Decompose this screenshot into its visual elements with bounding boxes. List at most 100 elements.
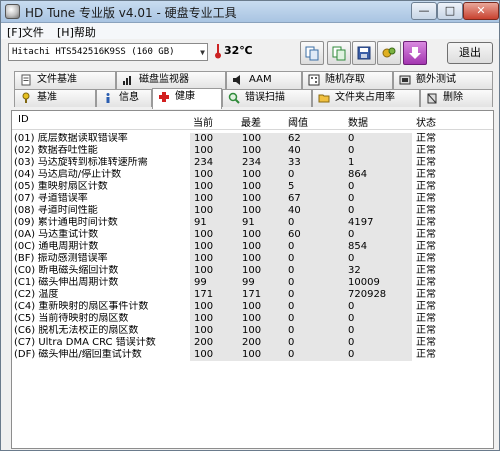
- attribute-name: (C5) 当前待映射的扇区数: [14, 313, 187, 325]
- header-worst[interactable]: 最差: [241, 114, 261, 129]
- file-benchmark-icon: [21, 74, 31, 86]
- attribute-name: (C1) 磁头伸出周期计数: [14, 277, 187, 289]
- attribute-threshold: 0: [286, 313, 344, 325]
- attribute-threshold: 67: [286, 193, 344, 205]
- tab-random-access[interactable]: 随机存取: [302, 71, 393, 89]
- table-row[interactable]: (0A) 马达重试计数 100 100 60 0 正常: [12, 229, 493, 241]
- attribute-threshold: 5: [286, 181, 344, 193]
- table-row[interactable]: (BF) 振动感测错误率 100 100 0 0 正常: [12, 253, 493, 265]
- tab-erase[interactable]: 删除: [420, 89, 493, 107]
- attribute-current: 200: [190, 337, 240, 349]
- attribute-name: (0C) 通电周期计数: [14, 241, 187, 253]
- table-row[interactable]: (02) 数据吞吐性能 100 100 40 0 正常: [12, 145, 493, 157]
- drive-select[interactable]: Hitachi HTS542516K9SS (160 GB) ▼: [8, 43, 208, 61]
- header-threshold[interactable]: 阈值: [288, 114, 308, 129]
- attribute-worst: 100: [240, 253, 286, 265]
- attribute-worst: 171: [240, 289, 286, 301]
- attribute-name: (08) 寻道时间性能: [14, 205, 187, 217]
- attribute-current: 100: [190, 313, 240, 325]
- attribute-name: (05) 重映射扇区计数: [14, 181, 187, 193]
- random-access-icon: [308, 74, 320, 86]
- attribute-status: 正常: [416, 133, 436, 144]
- attribute-threshold: 0: [286, 169, 344, 181]
- table-row[interactable]: (09) 累计通电时间计数 91 91 0 4197 正常: [12, 217, 493, 229]
- attribute-current: 171: [190, 289, 240, 301]
- table-row[interactable]: (C7) Ultra DMA CRC 错误计数 200 200 0 0 正常: [12, 337, 493, 349]
- tab-aam[interactable]: AAM: [226, 71, 302, 89]
- attribute-threshold: 0: [286, 265, 344, 277]
- attribute-data: 0: [344, 337, 412, 349]
- table-row[interactable]: (05) 重映射扇区计数 100 100 5 0 正常: [12, 181, 493, 193]
- tab-label: 删除: [443, 92, 463, 103]
- menu-help[interactable]: [H]帮助: [57, 24, 96, 40]
- attribute-worst: 100: [240, 229, 286, 241]
- header-status[interactable]: 状态: [416, 114, 436, 129]
- attribute-status: 正常: [416, 241, 436, 252]
- copy-info-button[interactable]: [327, 41, 351, 65]
- disk-monitor-icon: [123, 76, 131, 85]
- attribute-data: 4197: [344, 217, 412, 229]
- attribute-status: 正常: [416, 145, 436, 156]
- tab-error-scan[interactable]: 错误扫描: [222, 89, 312, 107]
- attribute-current: 100: [190, 193, 240, 205]
- attribute-data: 0: [344, 181, 412, 193]
- tab-health[interactable]: 健康: [152, 88, 222, 109]
- header-data[interactable]: 数据: [348, 114, 368, 129]
- tab-disk-monitor[interactable]: 磁盘监视器: [116, 71, 226, 89]
- minimize-button[interactable]: —: [411, 2, 437, 20]
- save-button[interactable]: [352, 41, 376, 65]
- table-row[interactable]: (C6) 脱机无法校正的扇区数 100 100 0 0 正常: [12, 325, 493, 337]
- attribute-status: 正常: [416, 265, 436, 276]
- maximize-button[interactable]: □: [437, 2, 463, 20]
- header-id[interactable]: ID: [18, 114, 29, 125]
- table-row[interactable]: (08) 寻道时间性能 100 100 40 0 正常: [12, 205, 493, 217]
- tab-label: 错误扫描: [245, 92, 285, 103]
- options-button[interactable]: [377, 41, 401, 65]
- attribute-status: 正常: [416, 181, 436, 192]
- table-row[interactable]: (C5) 当前待映射的扇区数 100 100 0 0 正常: [12, 313, 493, 325]
- attribute-worst: 100: [240, 169, 286, 181]
- table-row[interactable]: (C4) 重新映射的扇区事件计数 100 100 0 0 正常: [12, 301, 493, 313]
- table-row[interactable]: (C2) 温度 171 171 0 720928 正常: [12, 289, 493, 301]
- table-row[interactable]: (04) 马达启动/停止计数 100 100 0 864 正常: [12, 169, 493, 181]
- attribute-worst: 99: [240, 277, 286, 289]
- menu-bar: [F]文件 [H]帮助: [1, 23, 499, 40]
- attribute-worst: 100: [240, 349, 286, 361]
- attribute-current: 100: [190, 301, 240, 313]
- tab-file-benchmark[interactable]: 文件基准: [14, 71, 116, 89]
- attribute-name: (C6) 脱机无法校正的扇区数: [14, 325, 187, 337]
- attribute-name: (03) 马达旋转到标准转速所需: [14, 157, 187, 169]
- table-row[interactable]: (0C) 通电周期计数 100 100 0 854 正常: [12, 241, 493, 253]
- smart-attributes-table[interactable]: ID 当前 最差 阈值 数据 状态 (01) 底层数据读取错误率 100 100 62…: [11, 110, 494, 449]
- download-button[interactable]: [403, 41, 427, 65]
- table-row[interactable]: (C1) 磁头伸出周期计数 99 99 0 10009 正常: [12, 277, 493, 289]
- info-icon: [106, 93, 110, 103]
- attribute-worst: 200: [240, 337, 286, 349]
- attribute-worst: 91: [240, 217, 286, 229]
- tab-label: 文件基准: [37, 74, 77, 85]
- attribute-data: 0: [344, 205, 412, 217]
- attribute-name: (07) 寻道错误率: [14, 193, 187, 205]
- chevron-down-icon[interactable]: ▼: [200, 45, 205, 60]
- table-row[interactable]: (03) 马达旋转到标准转速所需 234 234 33 1 正常: [12, 157, 493, 169]
- menu-file[interactable]: [F]文件: [7, 24, 44, 40]
- tab-extra-tests[interactable]: 额外测试: [393, 71, 493, 89]
- copy-button[interactable]: [300, 41, 324, 65]
- close-button[interactable]: ✕: [463, 2, 499, 20]
- attribute-current: 100: [190, 253, 240, 265]
- attribute-data: 864: [344, 169, 412, 181]
- table-row[interactable]: (C0) 断电磁头缩回计数 100 100 0 32 正常: [12, 265, 493, 277]
- tab-strip: 文件基准 磁盘监视器 AAM 随机存取 额外测试 基准 信息 健康 错误扫描 文…: [1, 71, 499, 111]
- attribute-threshold: 0: [286, 337, 344, 349]
- attribute-worst: 100: [240, 133, 286, 145]
- table-row[interactable]: (DF) 磁头伸出/缩回重试计数 100 100 0 0 正常: [12, 349, 493, 361]
- tab-benchmark[interactable]: 基准: [14, 89, 96, 107]
- header-current[interactable]: 当前: [193, 114, 213, 129]
- exit-button[interactable]: 退出: [447, 42, 493, 64]
- title-bar[interactable]: HD Tune 专业版 v4.01 - 硬盘专业工具 — □ ✕: [1, 1, 499, 23]
- app-window: HD Tune 专业版 v4.01 - 硬盘专业工具 — □ ✕ [F]文件 […: [0, 0, 500, 451]
- tab-folder-usage[interactable]: 文件夹占用率: [312, 89, 420, 107]
- table-row[interactable]: (07) 寻道错误率 100 100 67 0 正常: [12, 193, 493, 205]
- table-row[interactable]: (01) 底层数据读取错误率 100 100 62 0 正常: [12, 133, 493, 145]
- tab-info[interactable]: 信息: [96, 89, 152, 107]
